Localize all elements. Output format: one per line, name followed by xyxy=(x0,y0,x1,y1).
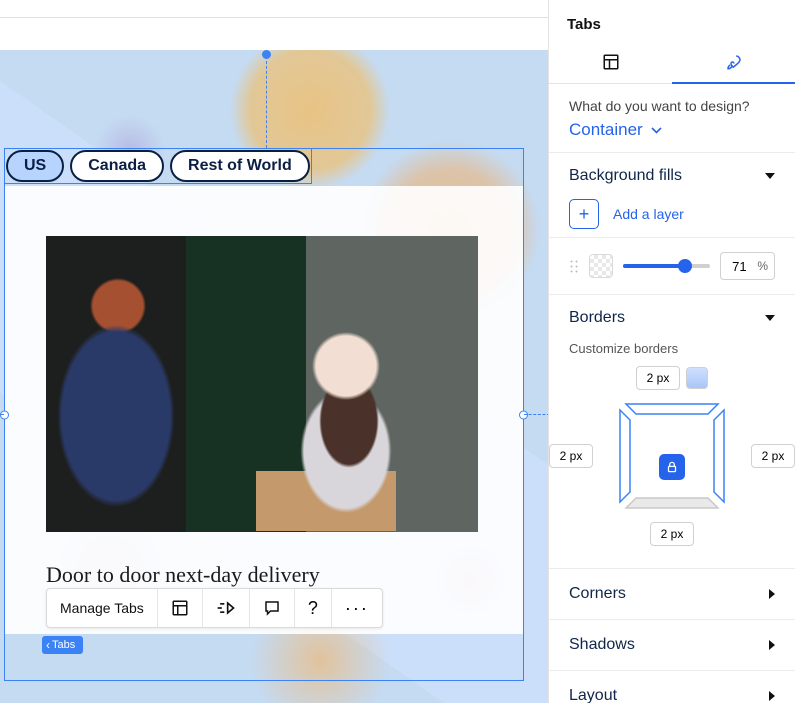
element-tag-label: Tabs xyxy=(52,639,75,651)
chevron-down-icon xyxy=(651,127,662,134)
corners-title: Corners xyxy=(569,585,626,603)
selection-guide-right xyxy=(524,414,550,415)
lock-icon xyxy=(665,460,679,474)
design-question-label: What do you want to design? xyxy=(569,98,775,114)
border-bottom-input[interactable] xyxy=(650,522,694,546)
top-ruler xyxy=(0,0,548,18)
comment-icon[interactable] xyxy=(250,589,295,627)
caret-right-icon xyxy=(769,589,775,599)
help-icon[interactable]: ? xyxy=(295,589,332,627)
design-panel: Tabs What do you want to design? Contain… xyxy=(548,0,795,703)
background-fills-title: Background fills xyxy=(569,167,682,185)
caret-right-icon xyxy=(769,691,775,701)
add-layer-button[interactable]: + xyxy=(569,199,599,229)
manage-tabs-button[interactable]: Manage Tabs xyxy=(47,589,158,627)
caret-down-icon xyxy=(765,315,775,321)
borders-header[interactable]: Borders xyxy=(549,295,795,341)
animation-icon[interactable] xyxy=(203,589,250,627)
borders-body: Customize borders xyxy=(549,341,795,568)
opacity-row: % xyxy=(549,238,795,294)
shadows-title: Shadows xyxy=(569,636,635,654)
border-right-input[interactable] xyxy=(751,444,795,468)
add-layer-link[interactable]: Add a layer xyxy=(613,206,684,222)
brush-tab-icon xyxy=(725,53,743,71)
drag-handle-icon[interactable] xyxy=(569,259,579,273)
opacity-unit: % xyxy=(757,259,774,273)
background-fills-header[interactable]: Background fills xyxy=(549,153,795,199)
border-lock-toggle[interactable] xyxy=(659,454,685,480)
border-left-input[interactable] xyxy=(549,444,593,468)
layout-icon[interactable] xyxy=(158,589,203,627)
design-target-dropdown[interactable]: Container xyxy=(569,120,775,140)
canvas-area: US Canada Rest of World Door to door nex… xyxy=(0,0,548,703)
shadows-header[interactable]: Shadows xyxy=(549,619,795,670)
panel-title: Tabs xyxy=(549,0,795,33)
borders-title: Borders xyxy=(569,309,625,327)
opacity-input[interactable] xyxy=(721,253,757,279)
design-target-value: Container xyxy=(569,120,643,140)
caret-right-icon xyxy=(769,640,775,650)
panel-tab-design[interactable] xyxy=(672,43,795,83)
corners-header[interactable]: Corners xyxy=(549,568,795,619)
border-top-color[interactable] xyxy=(686,367,708,389)
floating-toolbar: Manage Tabs ? ··· xyxy=(46,588,383,628)
layout-header[interactable]: Layout xyxy=(549,670,795,703)
target-section: What do you want to design? Container xyxy=(549,84,795,152)
border-top-input[interactable] xyxy=(636,366,680,390)
panel-tabs xyxy=(549,43,795,84)
panel-tab-layout[interactable] xyxy=(549,43,672,83)
opacity-slider[interactable] xyxy=(623,264,710,268)
selection-guide-vertical xyxy=(266,56,267,148)
customize-borders-label: Customize borders xyxy=(569,341,775,356)
layout-title: Layout xyxy=(569,687,617,703)
selection-guide-left xyxy=(0,414,4,415)
caret-down-icon xyxy=(765,173,775,179)
fill-swatch[interactable] xyxy=(589,254,613,278)
element-tag-chip[interactable]: Tabs xyxy=(42,636,83,654)
more-icon[interactable]: ··· xyxy=(332,589,382,627)
layout-tab-icon xyxy=(602,53,620,71)
